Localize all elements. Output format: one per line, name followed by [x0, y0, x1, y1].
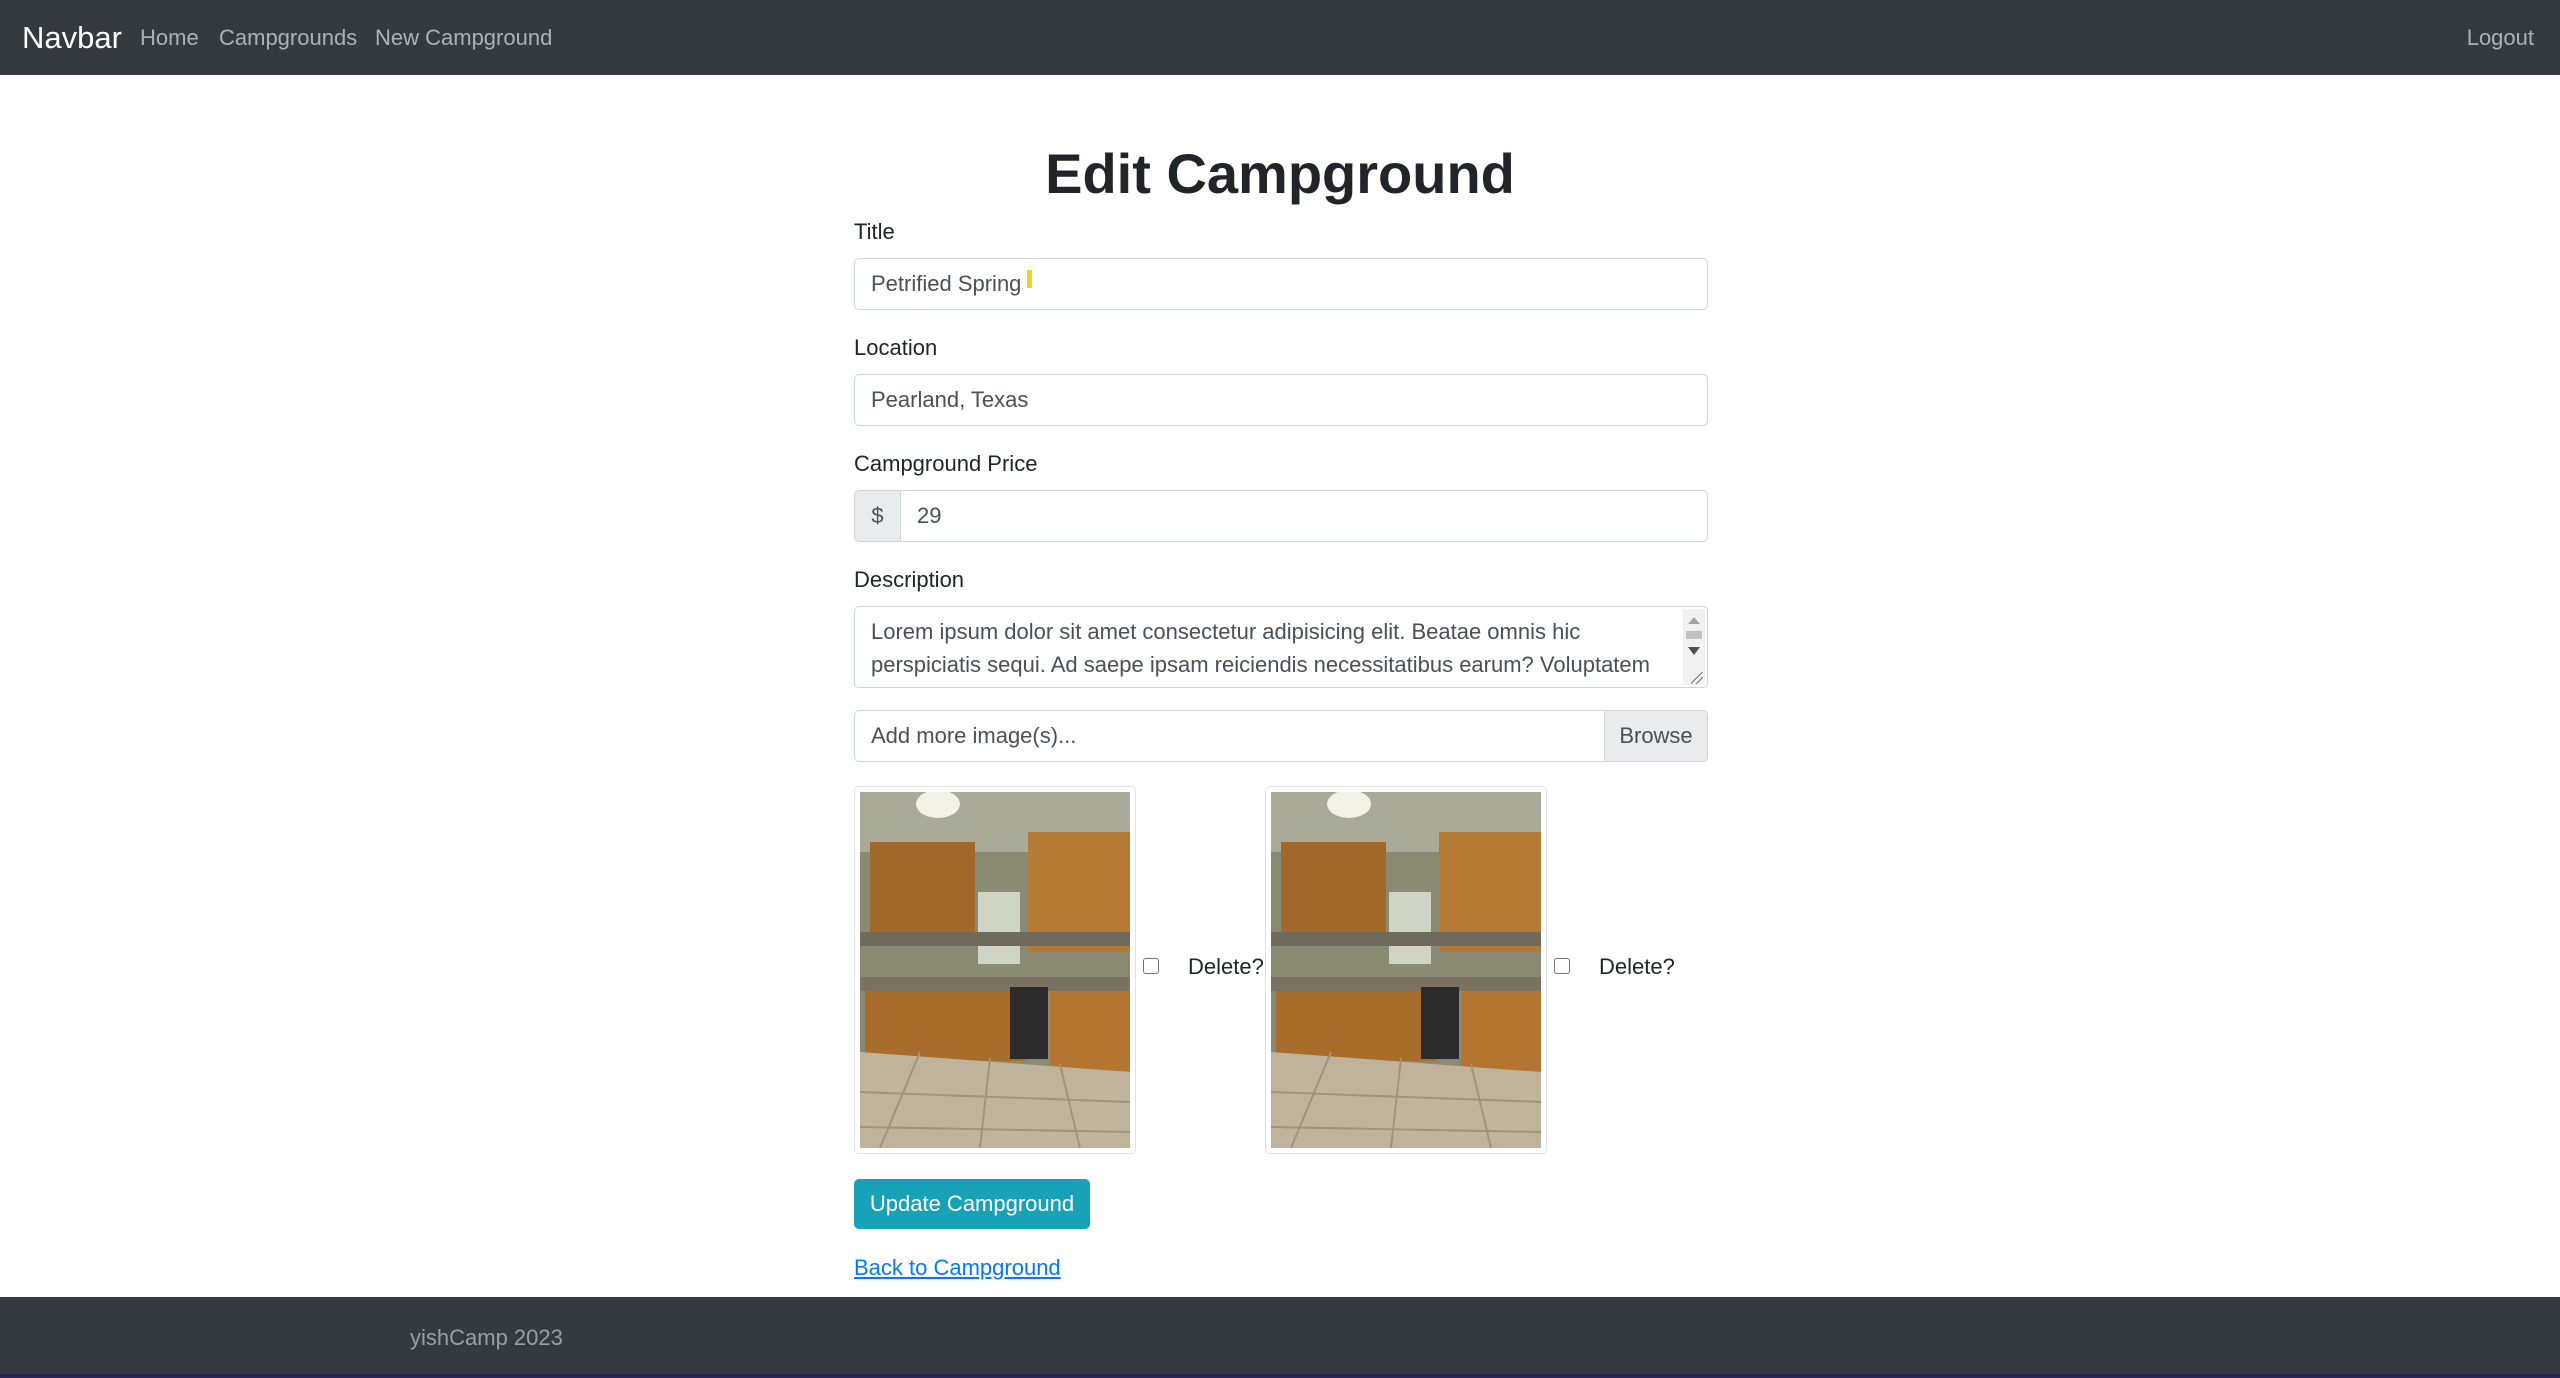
file-upload-label[interactable]: Add more image(s)... [855, 711, 1604, 761]
navbar-brand[interactable]: Navbar [22, 20, 122, 56]
kitchen-photo [860, 792, 1130, 1148]
description-label: Description [854, 567, 965, 592]
navbar: Navbar Home Campgrounds New Campground L… [0, 0, 2560, 75]
price-input-group: $ 29 [854, 490, 1708, 542]
description-value: Lorem ipsum dolor sit amet consectetur a… [871, 619, 1650, 677]
campground-image-thumbnail [854, 786, 1136, 1154]
nav-link-new-campground[interactable]: New Campground [375, 24, 552, 52]
browse-button[interactable]: Browse [1604, 711, 1707, 761]
scroll-down-arrow-icon[interactable] [1688, 647, 1700, 655]
location-value: Pearland, Texas [871, 387, 1029, 412]
footer-divider [0, 1374, 2560, 1378]
currency-addon: $ [854, 490, 900, 542]
update-campground-button[interactable]: Update Campground [854, 1179, 1090, 1229]
scroll-thumb[interactable] [1686, 631, 1702, 639]
title-label: Title [854, 219, 895, 244]
price-label: Campground Price [854, 451, 1038, 476]
nav-link-campgrounds[interactable]: Campgrounds [219, 24, 357, 52]
description-textarea[interactable]: Lorem ipsum dolor sit amet consectetur a… [854, 606, 1708, 688]
footer: yishCamp 2023 [0, 1297, 2560, 1378]
scroll-up-arrow-icon[interactable] [1688, 617, 1700, 624]
page-title: Edit Campground [1045, 142, 1515, 205]
price-value: 29 [917, 503, 942, 528]
delete-image-checkbox[interactable] [1143, 958, 1159, 974]
footer-text: yishCamp 2023 [410, 1325, 563, 1350]
delete-image-label: Delete? [1188, 954, 1264, 979]
nav-link-logout[interactable]: Logout [2467, 24, 2534, 52]
location-input[interactable]: Pearland, Texas [854, 374, 1708, 426]
back-to-campground-link[interactable]: Back to Campground [854, 1254, 1061, 1282]
text-caret [1027, 270, 1033, 288]
price-input[interactable]: 29 [900, 490, 1708, 542]
title-input[interactable]: Petrified Spring [854, 258, 1708, 310]
file-upload-input[interactable]: Add more image(s)... Browse [854, 710, 1708, 762]
location-label: Location [854, 335, 938, 360]
nav-link-home[interactable]: Home [140, 24, 199, 52]
resize-grip-icon[interactable] [1691, 672, 1703, 684]
campground-image-thumbnail [1265, 786, 1547, 1154]
delete-image-label: Delete? [1599, 954, 1675, 979]
kitchen-photo [1271, 792, 1541, 1148]
delete-image-checkbox[interactable] [1554, 958, 1570, 974]
title-value: Petrified Spring [871, 271, 1022, 296]
